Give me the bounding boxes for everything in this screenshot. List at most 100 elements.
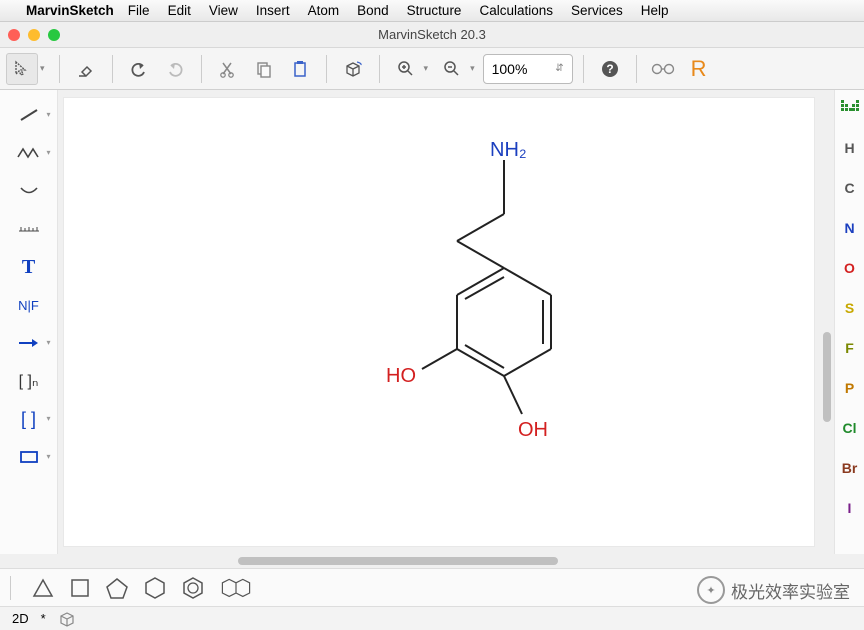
zoom-in-button[interactable]	[390, 53, 422, 85]
ho-label: HO	[386, 365, 416, 387]
rect-icon	[19, 450, 39, 464]
name-button[interactable]: N|F	[9, 290, 49, 320]
glasses-button[interactable]	[647, 53, 679, 85]
zoom-window-button[interactable]	[48, 29, 60, 41]
menu-insert[interactable]: Insert	[256, 3, 290, 18]
scroll-thumb[interactable]	[238, 557, 558, 565]
menu-edit[interactable]: Edit	[168, 3, 191, 18]
bracket-label: [ ]ₙ	[19, 371, 39, 391]
bracket-n-button[interactable]: [ ]ₙ	[9, 366, 49, 396]
r-group-button[interactable]: R	[683, 53, 715, 85]
eraser-button[interactable]	[70, 53, 102, 85]
text-label: T	[22, 256, 35, 279]
zoom-select[interactable]: 100% ⇵	[483, 54, 573, 84]
window-titlebar: MarvinSketch 20.3	[0, 22, 864, 48]
element-h-button[interactable]: H	[844, 140, 854, 164]
window-title: MarvinSketch 20.3	[378, 27, 486, 42]
menu-structure[interactable]: Structure	[407, 3, 462, 18]
caret-icon: ▾	[46, 338, 50, 347]
pentagon-template-button[interactable]	[105, 577, 129, 599]
undo-icon	[129, 60, 149, 78]
element-c-button[interactable]: C	[844, 180, 854, 204]
element-f-button[interactable]: F	[845, 340, 854, 364]
app-name[interactable]: MarvinSketch	[26, 3, 114, 18]
redo-icon	[165, 60, 185, 78]
copy-icon	[255, 60, 273, 78]
help-button[interactable]: ?	[594, 53, 626, 85]
name-label: N|F	[18, 298, 39, 313]
cut-button[interactable]	[212, 53, 244, 85]
paste-button[interactable]	[284, 53, 316, 85]
separator	[583, 55, 584, 83]
menu-services[interactable]: Services	[571, 3, 623, 18]
redo-button[interactable]	[159, 53, 191, 85]
traffic-lights	[8, 29, 60, 41]
undo-button[interactable]	[123, 53, 155, 85]
caret-icon: ▾	[46, 414, 50, 423]
status-bar: 2D *	[0, 606, 864, 630]
dropdown-caret-icon[interactable]: ▾	[424, 63, 429, 74]
measure-button[interactable]	[9, 214, 49, 244]
r-label: R	[691, 56, 707, 82]
text-button[interactable]: T	[9, 252, 49, 282]
triangle-template-button[interactable]	[31, 577, 55, 599]
arrow-icon	[17, 337, 41, 349]
scroll-thumb[interactable]	[823, 332, 831, 422]
menu-calculations[interactable]: Calculations	[479, 3, 553, 18]
zoom-out-button[interactable]	[436, 53, 468, 85]
close-window-button[interactable]	[8, 29, 20, 41]
element-n-button[interactable]: N	[844, 220, 854, 244]
separator	[379, 55, 380, 83]
watermark-text: 极光效率实验室	[731, 578, 850, 603]
hexagon-template-button[interactable]	[143, 576, 167, 600]
menu-atom[interactable]: Atom	[308, 3, 340, 18]
separator	[201, 55, 202, 83]
workspace: ▾ ▾ T N|F ▾ [ ]ₙ [ ]▾ ▾	[0, 90, 864, 554]
arrow-button[interactable]: ▾	[9, 328, 49, 358]
menu-bond[interactable]: Bond	[357, 3, 389, 18]
element-o-button[interactable]: O	[844, 260, 855, 284]
horizontal-scroll-row	[0, 554, 864, 568]
status-modified: *	[41, 611, 46, 626]
cut-icon	[219, 60, 237, 78]
menu-view[interactable]: View	[209, 3, 238, 18]
horizontal-scrollbar[interactable]	[58, 554, 820, 568]
menu-help[interactable]: Help	[641, 3, 669, 18]
svg-text:?: ?	[606, 62, 613, 76]
zoom-value: 100%	[492, 61, 528, 77]
3d-rotate-button[interactable]	[337, 53, 369, 85]
status-mode[interactable]: 2D	[12, 611, 29, 626]
separator	[59, 55, 60, 83]
square-template-button[interactable]	[69, 577, 91, 599]
drawing-canvas[interactable]: NH₂ HO OH	[64, 98, 814, 546]
rectangle-button[interactable]: ▾	[9, 442, 49, 472]
naphthalene-template-button[interactable]	[219, 576, 255, 600]
dropdown-caret-icon[interactable]: ▾	[40, 63, 45, 74]
template-toolbar: ✦ 极光效率实验室	[0, 568, 864, 606]
element-s-button[interactable]: S	[845, 300, 854, 324]
zoom-out-icon	[443, 60, 461, 78]
menu-file[interactable]: File	[128, 3, 150, 18]
element-cl-button[interactable]: Cl	[843, 420, 857, 444]
wechat-icon: ✦	[697, 576, 725, 604]
cube-status-icon[interactable]	[58, 611, 76, 627]
single-bond-button[interactable]: ▾	[9, 100, 49, 130]
select-arrows-icon: ⇵	[555, 63, 563, 74]
selection-tool-button[interactable]	[6, 53, 38, 85]
element-br-button[interactable]: Br	[842, 460, 858, 484]
nh2-label: NH₂	[490, 139, 527, 161]
chain-button[interactable]: ▾	[9, 138, 49, 168]
element-i-button[interactable]: I	[848, 500, 852, 524]
bond-icon	[18, 107, 40, 123]
element-p-button[interactable]: P	[845, 380, 854, 404]
periodic-table-button[interactable]	[841, 100, 859, 124]
arc-button[interactable]	[9, 176, 49, 206]
bracket-button[interactable]: [ ]▾	[9, 404, 49, 434]
dropdown-caret-icon[interactable]: ▾	[470, 63, 475, 74]
eraser-icon	[77, 60, 95, 78]
copy-button[interactable]	[248, 53, 280, 85]
vertical-scrollbar[interactable]	[820, 90, 834, 554]
chain-icon	[16, 145, 42, 161]
benzene-template-button[interactable]	[181, 576, 205, 600]
minimize-window-button[interactable]	[28, 29, 40, 41]
